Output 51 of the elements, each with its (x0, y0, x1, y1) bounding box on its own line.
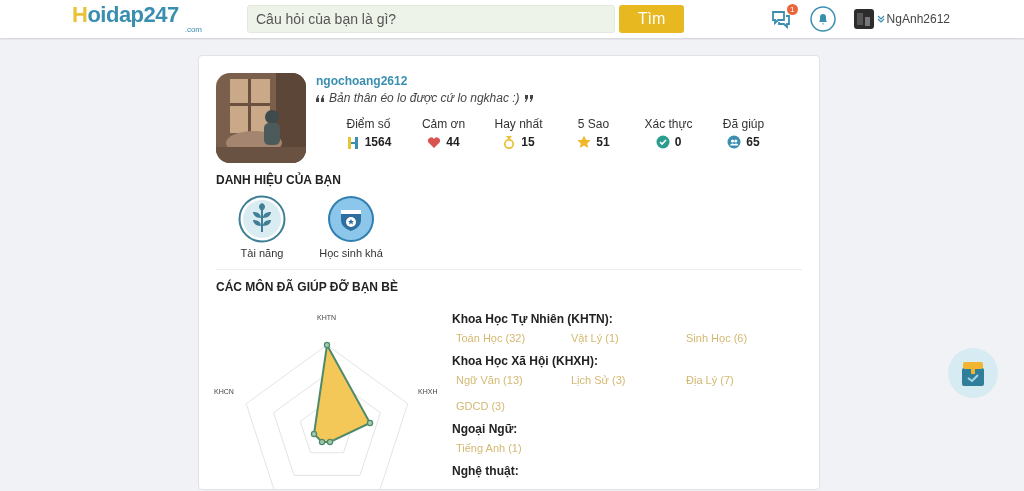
quote-icon (316, 94, 325, 102)
group-title: Khoa Học Tự Nhiên (KHTN): (452, 312, 614, 326)
shield-badge-icon (327, 195, 375, 243)
avatar[interactable] (853, 9, 874, 29)
stat-label: Đã giúp (722, 117, 765, 131)
section-heading: DANH HIỆU CỦA BẠN (216, 173, 342, 187)
stat-label: Cảm ơn (421, 117, 466, 131)
stat-value: 51 (596, 135, 610, 149)
group-title: Ngoại Ngữ: (452, 422, 519, 436)
profile-username[interactable]: ngochoang2612 (316, 74, 781, 88)
stat-label: Xác thực (644, 117, 693, 131)
subject-link[interactable]: GDCD (3) (456, 400, 571, 412)
stat-label: Điểm số (346, 117, 391, 131)
heart-icon (427, 135, 442, 149)
logo-suffix: .com (184, 26, 202, 34)
subject-link[interactable]: Lịch Sử (3) (571, 374, 686, 386)
subject-link[interactable]: Toán Học (32) (456, 332, 571, 344)
medal-icon (502, 135, 517, 149)
star-icon (577, 135, 592, 149)
group-title: Nghệ thuật: (452, 464, 520, 478)
quote-icon (523, 94, 533, 102)
search-field[interactable]: Câu hỏi của bạn là gì? (247, 5, 615, 33)
points-icon (345, 135, 360, 149)
stat-value: 15 (521, 135, 535, 149)
stat-label: 5 Sao (577, 117, 610, 131)
stat-label: Hay nhất (494, 117, 543, 131)
username[interactable]: NgAnh2612 (886, 12, 950, 26)
badge-label: Học sinh khá (319, 247, 383, 259)
stat-value: 0 (674, 135, 682, 149)
users-icon (727, 135, 742, 149)
gift-icon[interactable] (948, 348, 998, 398)
bell-icon[interactable] (809, 6, 836, 32)
group-title: Khoa Học Xã Hội (KHXH): (452, 354, 599, 368)
subject-link[interactable]: Vật Lý (1) (571, 332, 686, 344)
subject-link[interactable]: Ngữ Văn (13) (456, 374, 571, 386)
chevron-down-icon[interactable] (876, 15, 885, 23)
stat-value: 44 (446, 135, 460, 149)
notification-badge: 1 (786, 4, 798, 15)
chat-icon[interactable] (769, 9, 792, 29)
stat-value: 65 (746, 135, 760, 149)
subject-link[interactable]: Địa Lý (7) (686, 374, 801, 386)
stat-value: 1564 (364, 135, 392, 149)
check-icon (655, 135, 670, 149)
badge-label: Tài năng (240, 247, 284, 259)
leaf-badge-icon (238, 195, 286, 243)
logo[interactable]: Hoidap247 (72, 4, 179, 26)
subject-link[interactable]: Sinh Học (6) (686, 332, 801, 344)
subject-link[interactable]: Tiếng Anh (1) (456, 442, 571, 454)
bio-text: Bản thân éo lo được cứ lo ngkhac :) (329, 91, 520, 105)
section-heading: CÁC MÔN ĐÃ GIÚP ĐỠ BẠN BÈ (216, 280, 400, 294)
search-button[interactable]: Tìm (619, 5, 684, 33)
